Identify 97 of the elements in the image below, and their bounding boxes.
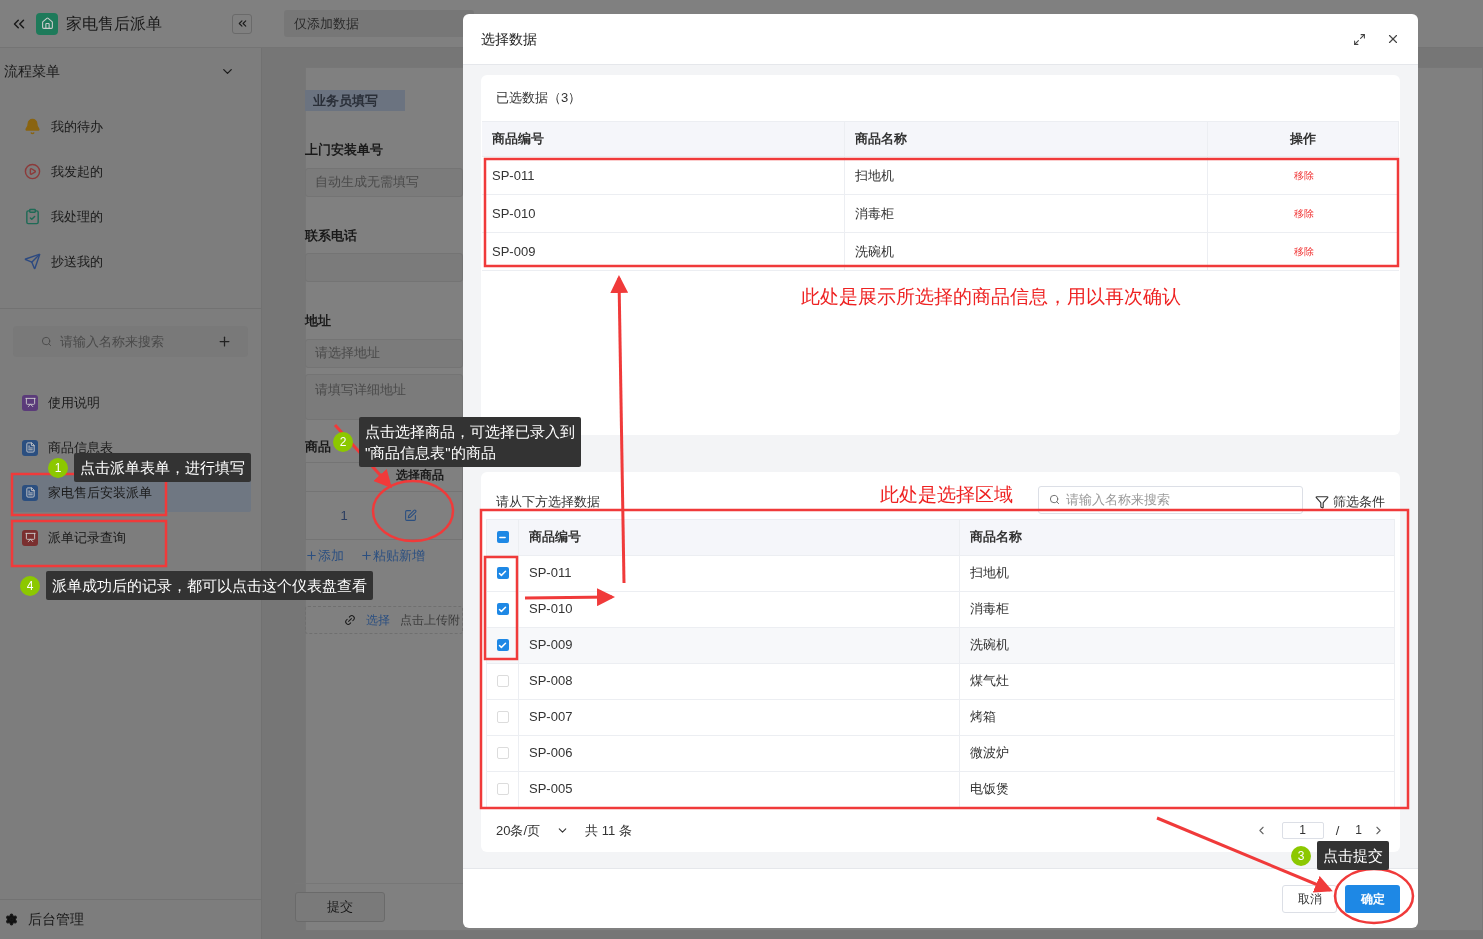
column-header: 商品编号 bbox=[482, 122, 845, 156]
table-cell-text: 扫地机 bbox=[969, 564, 1010, 583]
tooltip: 点击选择商品，可选择已录入到 "商品信息表"的商品 bbox=[359, 417, 581, 467]
collapse-button[interactable] bbox=[232, 13, 252, 34]
table-cell: SP-009 bbox=[482, 233, 845, 270]
table-cell-text: 烤箱 bbox=[969, 708, 997, 727]
table-cell: SP-011 bbox=[519, 555, 960, 591]
card-title: 请从下方选择数据 bbox=[496, 493, 601, 512]
column-header: 操作 bbox=[1208, 122, 1399, 156]
menu-title: 流程菜单 bbox=[4, 61, 60, 81]
add-link[interactable]: 添加 bbox=[305, 546, 344, 566]
table-cell: 洗碗机 bbox=[845, 233, 1208, 270]
dialog-title: 选择数据 bbox=[481, 29, 538, 49]
field-label: 上门安装单号 bbox=[305, 141, 384, 159]
column-header: 商品名称 bbox=[845, 122, 1208, 156]
row-checkbox[interactable] bbox=[496, 675, 509, 688]
filter-icon bbox=[1315, 494, 1329, 509]
page-size-select[interactable]: 20条/页 bbox=[496, 820, 570, 840]
bell-icon bbox=[24, 118, 41, 135]
edit-icon[interactable] bbox=[404, 509, 417, 522]
play-icon bbox=[24, 163, 41, 180]
form-item[interactable]: 使用说明 bbox=[11, 383, 251, 422]
table-cell-text: 微波炉 bbox=[969, 744, 1010, 763]
table-cell: SP-006 bbox=[519, 735, 960, 771]
document-icon bbox=[22, 484, 38, 501]
close-icon[interactable] bbox=[1386, 32, 1400, 46]
table-cell: SP-008 bbox=[519, 663, 960, 699]
menu-item[interactable]: 我发起的 bbox=[0, 149, 261, 194]
tooltip: 派单成功后的记录，都可以点击这个仪表盘查看 bbox=[46, 571, 373, 600]
table-cell-text: 煤气灶 bbox=[969, 672, 1010, 691]
row-number: 1 bbox=[339, 506, 349, 525]
app-title: 家电售后派单 bbox=[66, 13, 163, 34]
presentation-icon bbox=[22, 394, 38, 411]
presentation-icon bbox=[22, 529, 38, 546]
confirm-button[interactable]: 确定 bbox=[1345, 884, 1400, 913]
menu-item[interactable]: 我的待办 bbox=[0, 104, 261, 149]
check-icon bbox=[498, 568, 507, 578]
table-cell: SP-007 bbox=[519, 699, 960, 735]
field-label: 地址 bbox=[305, 312, 332, 330]
table-cell-text: 洗碗机 bbox=[969, 636, 1010, 655]
view-select[interactable]: 仅添加数据 bbox=[284, 10, 474, 37]
table-cell: SP-010 bbox=[519, 591, 960, 627]
card-title: 已选数据（3） bbox=[496, 89, 582, 108]
row-checkbox[interactable] bbox=[496, 639, 509, 652]
plus-icon bbox=[360, 549, 373, 563]
table-cell-text: 电饭煲 bbox=[969, 780, 1010, 799]
page-count: 1 bbox=[1355, 822, 1362, 840]
send-icon bbox=[24, 253, 41, 270]
menu-item[interactable]: 我处理的 bbox=[0, 194, 261, 239]
table-cell: SP-011 bbox=[482, 157, 845, 194]
input-field[interactable] bbox=[305, 253, 463, 282]
tooltip: 点击派单表单，进行填写 bbox=[74, 453, 251, 482]
remove-link[interactable]: 移除 bbox=[1293, 168, 1314, 183]
form-item[interactable]: 派单记录查询 bbox=[11, 518, 251, 557]
row-checkbox[interactable] bbox=[496, 567, 509, 580]
column-header: 商品名称 bbox=[969, 528, 1023, 547]
admin-link[interactable]: 后台管理 bbox=[28, 909, 84, 930]
add-link[interactable]: 粘贴新增 bbox=[360, 546, 425, 566]
column-header: 选择商品 bbox=[396, 467, 444, 484]
remove-link[interactable]: 移除 bbox=[1293, 206, 1314, 221]
search-icon bbox=[1048, 494, 1060, 506]
menu-item[interactable]: 抄送我的 bbox=[0, 239, 261, 284]
plus-icon bbox=[305, 549, 318, 563]
section-header: 业务员填写 bbox=[305, 90, 405, 111]
table-cell-text: 消毒柜 bbox=[969, 600, 1010, 619]
page-input[interactable]: 1 bbox=[1281, 821, 1324, 839]
table-cell: 消毒柜 bbox=[845, 195, 1208, 232]
table-cell: SP-005 bbox=[519, 771, 960, 807]
annotation-note: 此处是选择区域 bbox=[880, 483, 1015, 508]
check-icon bbox=[498, 604, 507, 614]
field-label: 联系电话 bbox=[305, 226, 358, 245]
column-header: 商品编号 bbox=[519, 519, 960, 555]
clipboard-icon bbox=[24, 208, 41, 225]
remove-link[interactable]: 移除 bbox=[1293, 244, 1314, 259]
field-label: 商品 bbox=[305, 437, 331, 456]
annotation-note: 此处是展示所选择的商品信息，用以再次确认 bbox=[800, 285, 1181, 309]
row-checkbox[interactable] bbox=[496, 603, 509, 616]
row-checkbox[interactable] bbox=[496, 747, 509, 760]
filter-button[interactable]: 筛选条件 bbox=[1315, 492, 1385, 512]
table-cell: SP-009 bbox=[519, 627, 960, 663]
app-logo-icon bbox=[36, 12, 58, 35]
table-cell: SP-010 bbox=[482, 195, 845, 232]
tooltip: 点击提交 bbox=[1317, 841, 1389, 870]
total-count: 共 11 条 bbox=[585, 821, 632, 840]
search-icon bbox=[41, 336, 52, 347]
submit-button[interactable]: 提交 bbox=[295, 892, 385, 922]
select-all-checkbox[interactable] bbox=[496, 531, 509, 544]
settings-icon[interactable] bbox=[5, 913, 18, 926]
check-icon bbox=[498, 640, 507, 650]
table-cell: 扫地机 bbox=[845, 157, 1208, 194]
plus-icon[interactable] bbox=[217, 334, 232, 349]
row-checkbox[interactable] bbox=[496, 783, 509, 796]
page-separator: / bbox=[1335, 821, 1340, 840]
row-checkbox[interactable] bbox=[496, 711, 509, 724]
fullscreen-icon[interactable] bbox=[1353, 32, 1366, 46]
search-field[interactable]: 请输入名称来搜索 bbox=[1037, 485, 1303, 514]
document-icon bbox=[22, 439, 38, 456]
